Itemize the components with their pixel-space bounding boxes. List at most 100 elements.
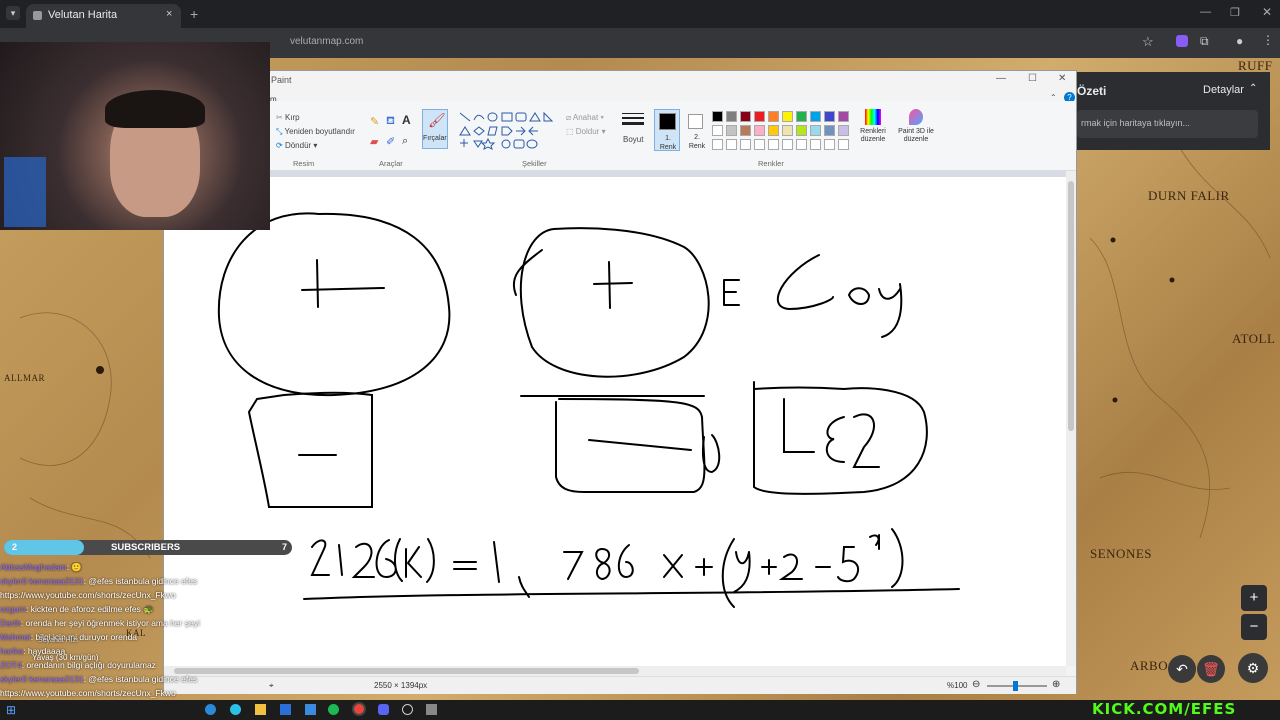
zoom-in-button[interactable]: + — [1241, 585, 1267, 611]
zoom-out-button[interactable]: − — [1241, 614, 1267, 640]
color1-button[interactable]: 1. Renk — [654, 109, 680, 151]
palette-swatch[interactable] — [782, 125, 793, 136]
trash-icon[interactable]: 🗑 — [1197, 655, 1225, 683]
zoom-out-icon[interactable]: ⊖ — [972, 679, 980, 690]
paint-close-icon[interactable]: ✕ — [1058, 73, 1066, 84]
palette-swatch[interactable] — [824, 125, 835, 136]
palette-swatch[interactable] — [838, 125, 849, 136]
minimize-icon[interactable]: — — [1200, 6, 1211, 18]
chat-username[interactable]: harika — [0, 646, 23, 656]
extensions-puzzle-icon[interactable]: ⧉ — [1200, 34, 1209, 49]
obs-icon[interactable] — [402, 704, 413, 715]
tab-list-button[interactable]: ▾ — [6, 6, 20, 20]
chat-username[interactable]: Darth — [0, 618, 21, 628]
palette-swatch-empty[interactable] — [754, 139, 765, 150]
tab-close-icon[interactable]: × — [166, 8, 172, 20]
settings-gear-icon[interactable]: ⚙ — [1238, 653, 1268, 683]
details-toggle[interactable]: Detaylar — [1203, 84, 1244, 96]
brushes-button[interactable]: 🖌 Fırçalar — [422, 109, 448, 149]
close-window-icon[interactable]: ✕ — [1262, 5, 1272, 19]
magnifier-icon[interactable]: ⌕ — [402, 135, 408, 148]
spotify-icon[interactable] — [328, 704, 339, 715]
palette-swatch[interactable] — [712, 125, 723, 136]
paint-maximize-icon[interactable]: ☐ — [1028, 73, 1037, 84]
chat-username[interactable]: ozgurn — [0, 604, 26, 614]
maximize-icon[interactable]: ❐ — [1230, 6, 1240, 19]
zoom-slider[interactable] — [987, 681, 1047, 691]
pencil-icon[interactable]: ✎ — [370, 115, 379, 128]
chat-message: AbbasMoghadam: 🙂 — [0, 562, 300, 576]
chevron-up-icon[interactable]: ⌃ — [1249, 83, 1257, 94]
app-icon[interactable] — [230, 704, 241, 715]
file-explorer-icon[interactable] — [255, 704, 266, 715]
palette-swatch-empty[interactable] — [740, 139, 751, 150]
size-lines-icon[interactable] — [622, 113, 644, 127]
palette-swatch-empty[interactable] — [726, 139, 737, 150]
chat-username[interactable]: skyler0 kenaraaa3131 — [0, 674, 84, 684]
undo-icon[interactable]: ↶ — [1168, 655, 1196, 683]
palette-swatch[interactable] — [796, 125, 807, 136]
text-tool-icon[interactable]: A — [402, 113, 411, 127]
paint3d-button[interactable]: Paint 3D ile düzenle — [895, 109, 937, 144]
windows-start-icon[interactable]: ⊞ — [6, 703, 16, 717]
menu-kebab-icon[interactable]: ⋮ — [1262, 33, 1274, 47]
palette-swatch[interactable] — [824, 111, 835, 122]
palette-swatch[interactable] — [838, 111, 849, 122]
chrome-icon[interactable] — [352, 702, 366, 716]
box-minus-left — [247, 391, 373, 508]
crop-button[interactable]: ✂ Kırp — [276, 113, 300, 122]
resize-button[interactable]: ⤡ Yeniden boyutlandır — [276, 127, 355, 137]
map-click-hint[interactable]: rmak için haritaya tıklayın... — [1077, 110, 1258, 138]
palette-swatch[interactable] — [782, 111, 793, 122]
chat-username[interactable]: AbbasMoghadam — [0, 562, 67, 572]
outline-dropdown[interactable]: ⧄ Anahat ▾ — [566, 113, 604, 123]
shapes-gallery[interactable] — [458, 111, 568, 151]
chat-username[interactable]: ZOT4 — [0, 660, 22, 670]
zoom-in-icon[interactable]: ⊕ — [1052, 679, 1060, 690]
palette-swatch[interactable] — [796, 111, 807, 122]
paint-taskbar-icon[interactable] — [426, 704, 437, 715]
palette-swatch[interactable] — [768, 111, 779, 122]
zoom-slider-thumb[interactable] — [1013, 681, 1018, 691]
chat-username[interactable]: skyler0 kenaraaa3131 — [0, 576, 84, 586]
palette-swatch[interactable] — [810, 125, 821, 136]
new-tab-button[interactable]: + — [190, 6, 198, 22]
palette-swatch[interactable] — [740, 111, 751, 122]
palette-swatch[interactable] — [712, 111, 723, 122]
palette-swatch[interactable] — [726, 125, 737, 136]
palette-swatch[interactable] — [754, 125, 765, 136]
palette-swatch-empty[interactable] — [824, 139, 835, 150]
bookmark-star-icon[interactable]: ☆ — [1142, 34, 1154, 50]
palette-swatch[interactable] — [768, 125, 779, 136]
outlook-icon[interactable] — [280, 704, 291, 715]
edit-colors-button[interactable]: Renkleri düzenle — [858, 109, 888, 144]
palette-swatch-empty[interactable] — [810, 139, 821, 150]
size-button[interactable]: Boyut — [623, 135, 643, 144]
palette-swatch[interactable] — [754, 111, 765, 122]
palette-swatch-empty[interactable] — [838, 139, 849, 150]
palette-swatch-empty[interactable] — [768, 139, 779, 150]
color-picker-icon[interactable]: ✐ — [386, 135, 395, 148]
discord-icon[interactable] — [378, 704, 389, 715]
vertical-scrollbar[interactable] — [1066, 171, 1076, 666]
store-icon[interactable] — [305, 704, 316, 715]
eraser-icon[interactable]: ▰ — [370, 135, 378, 148]
paint-minimize-icon[interactable]: — — [996, 73, 1006, 84]
palette-swatch[interactable] — [810, 111, 821, 122]
palette-swatch[interactable] — [726, 111, 737, 122]
color-palette[interactable] — [712, 111, 862, 155]
extension-icon[interactable] — [1176, 35, 1188, 47]
palette-swatch-empty[interactable] — [796, 139, 807, 150]
edge-icon[interactable] — [205, 704, 216, 715]
tab-velutan-harita[interactable]: Velutan Harita × — [26, 4, 181, 28]
profile-icon[interactable]: ● — [1236, 34, 1243, 48]
palette-swatch-empty[interactable] — [712, 139, 723, 150]
fill-dropdown[interactable]: ⬚ Doldur ▾ — [566, 127, 606, 136]
palette-swatch[interactable] — [740, 125, 751, 136]
fill-bucket-icon[interactable]: ⛾ — [386, 115, 395, 129]
chat-username[interactable]: Mehmet — [0, 632, 31, 642]
url-bar[interactable]: velutanmap.com — [290, 36, 363, 47]
rotate-button[interactable]: ⟳ Döndür ▾ — [276, 141, 317, 150]
color2-button[interactable]: 2. Renk — [684, 109, 710, 151]
palette-swatch-empty[interactable] — [782, 139, 793, 150]
